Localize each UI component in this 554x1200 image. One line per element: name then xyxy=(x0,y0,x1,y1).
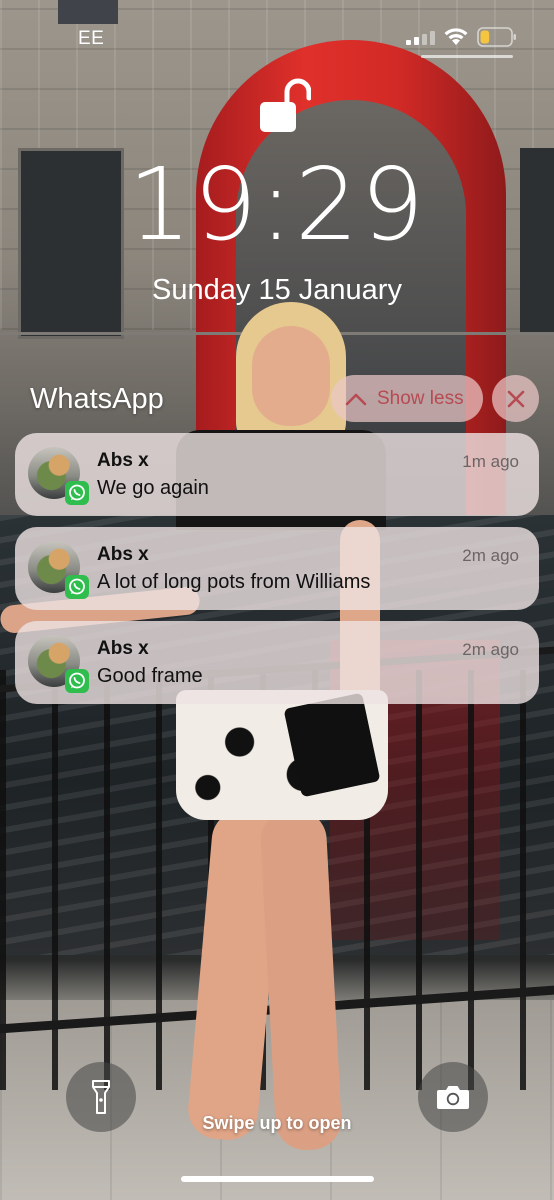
notification-app-name: WhatsApp xyxy=(30,383,164,415)
notification-message: Good frame xyxy=(97,665,203,687)
notification-time: 2m ago xyxy=(462,640,519,659)
swipe-up-hint: Swipe up to open xyxy=(202,1113,352,1133)
close-icon xyxy=(507,390,524,407)
show-less-button[interactable]: Show less xyxy=(331,375,483,422)
notification-card[interactable]: Abs x 1m ago We go again xyxy=(15,433,539,516)
chevron-up-icon xyxy=(345,393,367,405)
lock-screen-time: 19:29 xyxy=(127,146,427,263)
status-bar: EE xyxy=(0,0,554,70)
whatsapp-icon xyxy=(65,575,89,599)
notification-card[interactable]: Abs x 2m ago Good frame xyxy=(15,621,539,704)
camera-icon xyxy=(437,1086,469,1109)
control-center-indicator[interactable] xyxy=(421,55,513,58)
notification-group-header: WhatsApp Show less xyxy=(0,370,554,426)
show-less-label: Show less xyxy=(377,387,464,409)
flashlight-icon xyxy=(92,1080,110,1114)
notification-message: We go again xyxy=(97,477,209,499)
notification-time: 1m ago xyxy=(462,452,519,471)
carrier-label: EE xyxy=(78,28,105,49)
notification-sender: Abs x xyxy=(97,544,149,565)
whatsapp-icon xyxy=(65,481,89,505)
notification-sender: Abs x xyxy=(97,450,149,471)
wifi-icon xyxy=(444,28,468,45)
whatsapp-icon xyxy=(65,669,89,693)
notification-message: A lot of long pots from Williams xyxy=(97,571,371,593)
cellular-signal-icon xyxy=(406,31,435,45)
unlocked-padlock-icon xyxy=(260,78,311,132)
notification-sender: Abs x xyxy=(97,638,149,659)
lock-screen-date: Sunday 15 January xyxy=(152,274,402,306)
battery-icon xyxy=(477,27,516,47)
home-indicator[interactable] xyxy=(181,1176,374,1182)
clear-notifications-button[interactable] xyxy=(492,375,539,422)
notification-time: 2m ago xyxy=(462,546,519,565)
notification-card[interactable]: Abs x 2m ago A lot of long pots from Wil… xyxy=(15,527,539,610)
